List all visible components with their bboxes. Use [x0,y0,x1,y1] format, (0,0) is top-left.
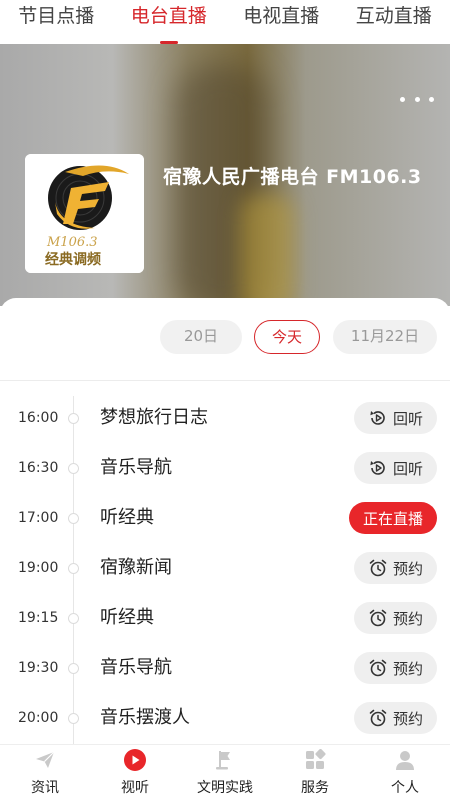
replay-button[interactable]: 回听 [353,452,437,484]
date-selector: 20日 今天 11月22日 [0,320,450,354]
program-title: 宿豫新闻 [100,557,172,578]
program-title: 听经典 [100,607,154,628]
button-label: 预约 [392,659,423,678]
replay-button[interactable]: 回听 [353,402,437,434]
program-row[interactable]: 19:00 宿豫新闻 预约 [0,551,450,601]
replay-icon [368,408,388,428]
button-label: 预约 [392,709,423,728]
person-icon [393,748,417,772]
program-title: 听经典 [100,507,154,528]
more-dot [414,96,420,102]
more-dot [400,96,405,102]
nav-item-news[interactable]: 资讯 [0,745,90,800]
program-time: 17:00 [18,510,59,526]
tab-label: 电视直播 [243,5,320,27]
button-label: 回听 [392,459,423,478]
program-row[interactable]: 16:00 梦想旅行日志 回听 [0,401,450,451]
tab-label: 互动直播 [355,5,432,27]
station-name: 宿豫人民广播电台 FM106.3 [163,166,422,188]
nav-label: 文明实践 [197,780,253,796]
tab-label: 电台直播 [130,5,207,27]
station-logo: M106.3 经典调频 [25,154,144,273]
reserve-button[interactable]: 预约 [353,702,437,734]
nav-label: 资讯 [31,780,59,796]
timeline-dot [68,413,79,424]
alarm-clock-icon [368,558,388,578]
date-prev-chip[interactable]: 20日 [160,320,242,354]
tab-interactive-live[interactable]: 互动直播 [338,0,450,44]
replay-icon [368,458,388,478]
bottom-navigation: 资讯 视听 文明实践 服务 个人 [0,744,450,800]
program-row[interactable]: 17:00 听经典 正在直播 [0,501,450,551]
paper-plane-icon [33,748,57,772]
date-next-chip[interactable]: 11月22日 [333,320,437,354]
grid-icon [303,748,327,772]
reserve-button[interactable]: 预约 [353,652,437,684]
more-dot [429,96,434,102]
timeline-dot [68,563,79,574]
timeline-dot [68,613,79,624]
station-hero: M106.3 经典调频 宿豫人民广播电台 FM106.3 [0,44,450,306]
button-label: 回听 [392,409,423,428]
program-row[interactable]: 19:30 音乐导航 预约 [0,651,450,701]
nav-item-personal[interactable]: 个人 [360,745,450,800]
timeline-dot [68,663,79,674]
tab-program-on-demand[interactable]: 节目点播 [0,0,113,44]
alarm-clock-icon [368,658,388,678]
timeline-dot [68,513,79,524]
program-time: 19:15 [18,610,59,626]
program-title: 梦想旅行日志 [100,407,208,428]
tab-tv-live[interactable]: 电视直播 [225,0,338,44]
hero-background-blur [240,194,295,306]
tab-label: 节目点播 [18,5,95,27]
nav-label: 视听 [121,780,149,796]
program-time: 20:00 [18,710,59,726]
nav-item-services[interactable]: 服务 [270,745,360,800]
nav-label: 服务 [301,780,329,796]
timeline-dot [68,463,79,474]
alarm-clock-icon [368,608,388,628]
nav-item-civilization-practice[interactable]: 文明实践 [180,745,270,800]
program-time: 19:30 [18,660,59,676]
logo-channel-text: 经典调频 [45,251,101,268]
program-time: 19:00 [18,560,59,576]
play-circle-icon [123,748,147,772]
nav-item-audio-video[interactable]: 视听 [90,745,180,800]
divider [0,380,450,381]
program-time: 16:00 [18,410,59,426]
program-title: 音乐导航 [100,457,172,478]
logo-frequency-text: M106.3 [46,235,98,250]
alarm-clock-icon [368,708,388,728]
button-label: 预约 [392,559,423,578]
button-label: 正在直播 [362,509,423,528]
station-logo-image: M106.3 经典调频 [25,154,144,273]
program-schedule-panel: 20日 今天 11月22日 16:00 梦想旅行日志 回听 16:30 音乐导航… [0,298,450,756]
timeline-dot [68,713,79,724]
nav-label: 个人 [391,780,419,796]
more-options-button[interactable] [400,92,434,106]
program-row[interactable]: 19:15 听经典 预约 [0,601,450,651]
program-title: 音乐摆渡人 [100,707,190,728]
top-tab-bar: 节目点播 电台直播 电视直播 互动直播 [0,0,450,44]
date-today-chip[interactable]: 今天 [254,320,320,354]
button-label: 预约 [392,609,423,628]
tab-radio-live[interactable]: 电台直播 [113,0,226,44]
flag-icon [213,748,237,772]
reserve-button[interactable]: 预约 [353,602,437,634]
reserve-button[interactable]: 预约 [353,552,437,584]
program-title: 音乐导航 [100,657,172,678]
program-time: 16:30 [18,460,59,476]
program-row[interactable]: 16:30 音乐导航 回听 [0,451,450,501]
live-now-button[interactable]: 正在直播 [348,502,437,534]
